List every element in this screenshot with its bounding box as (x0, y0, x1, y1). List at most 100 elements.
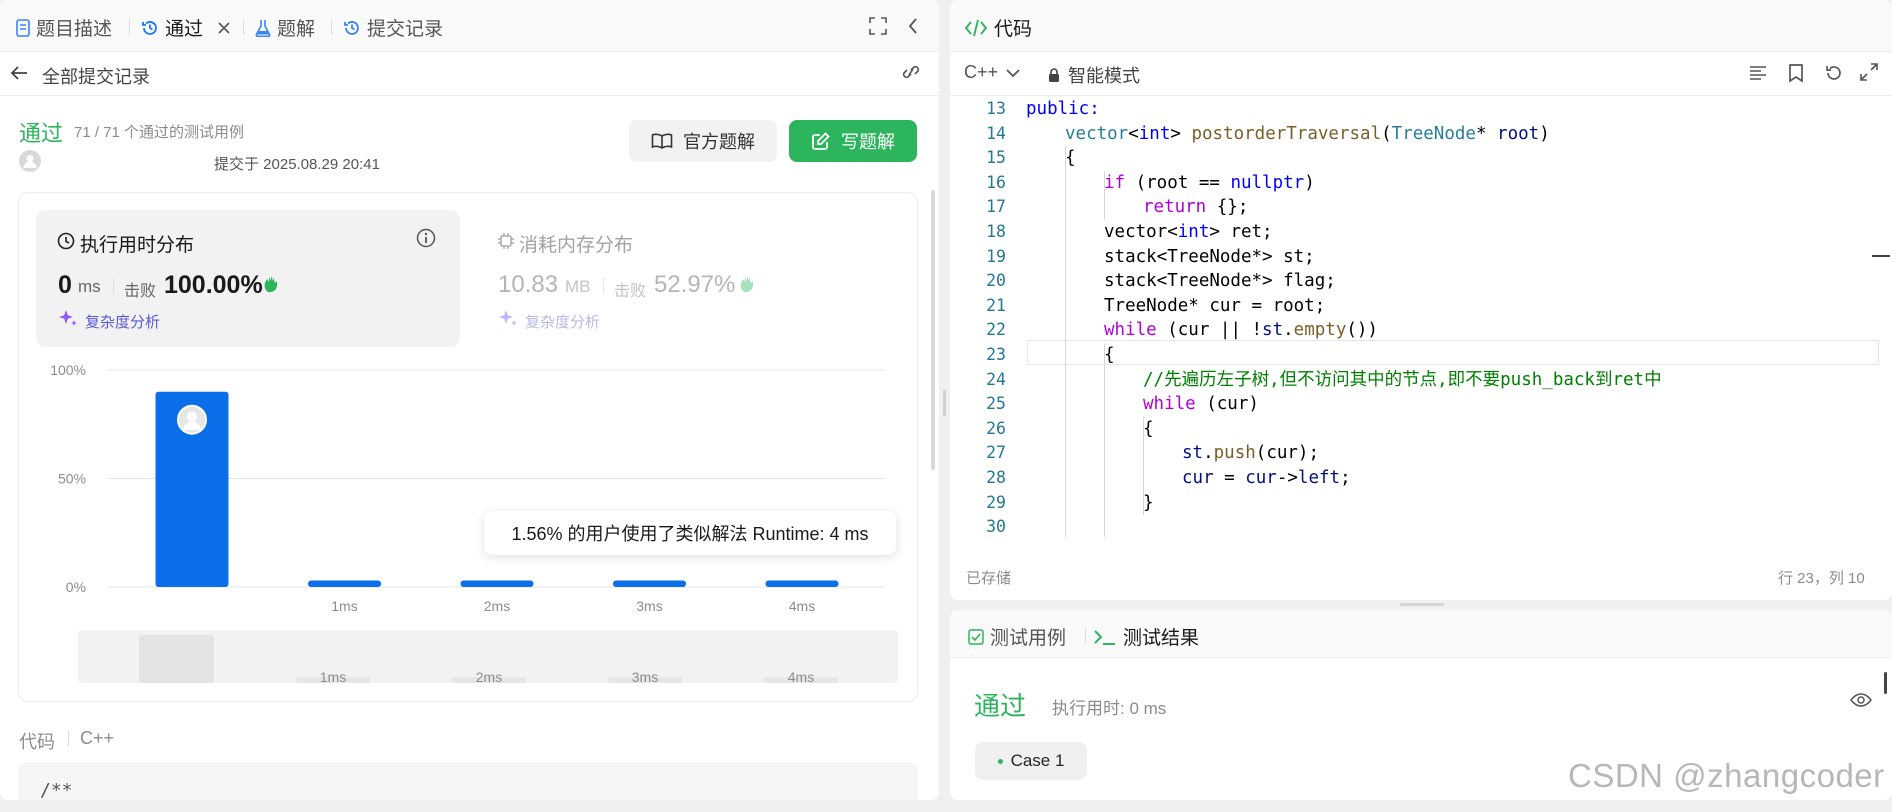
code-line: { (1143, 417, 1154, 442)
chart-bar[interactable] (765, 580, 839, 587)
back-arrow-icon[interactable] (10, 65, 28, 81)
chart-bar[interactable] (308, 580, 381, 587)
navigator-label: 1ms (320, 669, 346, 685)
code-line: stack<TreeNode*> st; (1104, 245, 1315, 270)
code-token: ; (1340, 468, 1351, 488)
navigator-label: 4ms (788, 669, 814, 685)
tab-description[interactable]: 题目描述 (16, 14, 112, 41)
left-scrollbar[interactable] (931, 190, 935, 470)
clock-icon (57, 232, 75, 250)
code-token: stack<TreeNode*> st; (1104, 246, 1315, 267)
code-area[interactable]: 13 public: 14 vector<int> postorderTraversa… (950, 97, 1892, 537)
submitted-code-block (18, 762, 918, 800)
official-solution-button[interactable]: 官方题解 (629, 120, 777, 162)
code-line: while (cur) (1143, 392, 1259, 417)
tab-solutions[interactable]: 题解 (255, 14, 315, 41)
link-icon[interactable] (899, 63, 923, 81)
eye-icon[interactable] (1850, 692, 1872, 708)
x-tick-label: 4ms (789, 598, 815, 614)
code-line: TreeNode* cur = root; (1104, 294, 1325, 319)
memory-title: 消耗内存分布 (519, 235, 634, 256)
stat-divider (113, 278, 114, 294)
horizontal-splitter[interactable] (1400, 603, 1444, 606)
result-scrollbar[interactable] (1884, 672, 1887, 694)
current-line-highlight (1027, 340, 1879, 365)
y-tick-label: 0% (66, 579, 86, 595)
code-token: { (1143, 418, 1154, 439)
collapse-icon[interactable] (907, 17, 919, 35)
edit-icon (811, 131, 831, 151)
tab-divider (1085, 627, 1086, 643)
tab-code[interactable]: 代码 (964, 14, 1032, 41)
tab-test-result[interactable]: 测试结果 (1093, 623, 1199, 650)
fullscreen-icon[interactable] (869, 17, 887, 35)
code-token: ()) (1346, 320, 1378, 341)
mode-indicator[interactable]: 智能模式 (1048, 62, 1140, 88)
write-solution-button[interactable]: 写题解 (789, 120, 917, 162)
language-select[interactable]: C++ (964, 62, 1020, 83)
info-icon[interactable] (416, 228, 436, 248)
code-token: vector (1065, 123, 1129, 144)
code-token: st (1182, 443, 1204, 464)
chart-bar[interactable] (613, 580, 686, 587)
code-line: stack<TreeNode*> flag; (1104, 269, 1336, 294)
x-tick-label: 2ms (484, 598, 510, 614)
code-token: cur (1245, 468, 1277, 488)
memory-beat-label: 击败 (614, 283, 647, 300)
code-token: if (1104, 172, 1126, 193)
code-token: { (1104, 345, 1115, 365)
reset-icon[interactable] (1824, 63, 1844, 83)
expand-icon[interactable] (1860, 63, 1878, 81)
chart-bar[interactable] (460, 580, 534, 587)
avatar[interactable] (19, 150, 41, 172)
write-solution-label: 写题解 (841, 132, 895, 152)
all-submissions-link[interactable]: 全部提交记录 (42, 63, 150, 89)
code-token: {}; (1206, 197, 1249, 218)
bookmark-icon[interactable] (1788, 63, 1804, 83)
line-number: 30 (986, 517, 1006, 537)
checkbox-icon (968, 628, 984, 645)
left-tabbar: 题目描述 通过 题解 提交记录 (0, 0, 939, 52)
code-token: < (1128, 123, 1139, 144)
line-number: 25 (986, 394, 1006, 414)
tab-submissions[interactable]: 提交记录 (343, 14, 443, 41)
tab-divider (129, 19, 130, 35)
code-token: ) (1539, 123, 1550, 144)
chart-tooltip: 1.56% 的用户使用了类似解法 Runtime: 4 ms (484, 511, 896, 555)
code-token: cur (1182, 468, 1214, 488)
line-number: 22 (986, 320, 1006, 340)
memory-complexity-link[interactable]: 复杂度分析 (525, 311, 600, 332)
line-number: 19 (986, 246, 1006, 266)
runtime-complexity-link[interactable]: 复杂度分析 (85, 311, 160, 332)
terminal-icon (1093, 628, 1117, 646)
y-tick-label: 100% (50, 362, 86, 378)
code-token: int (1177, 222, 1210, 242)
tab-label: 题解 (277, 19, 316, 40)
tab-accepted[interactable]: 通过 (141, 14, 231, 41)
code-line: { (1104, 343, 1115, 368)
case-1-tab[interactable]: Case 1 (975, 742, 1087, 780)
y-tick-label: 50% (58, 471, 86, 487)
watermark: CSDN @zhangcoder (1568, 757, 1885, 794)
navigator-selected-bar (139, 635, 214, 683)
line-number: 29 (986, 492, 1006, 512)
tab-label: 测试结果 (1123, 628, 1200, 649)
tab-testcase[interactable]: 测试用例 (968, 623, 1066, 650)
close-icon[interactable] (217, 21, 231, 35)
left-panel: 题目描述 通过 题解 提交记录 全部提交记录 通过 71 / 71 个通过的测试… (0, 0, 939, 800)
code-label-divider (68, 730, 69, 746)
mode-label: 智能模式 (1068, 66, 1140, 86)
format-icon[interactable] (1748, 64, 1768, 82)
overview-ruler-mark (1872, 255, 1890, 257)
tab-divider (331, 19, 332, 35)
stat-divider (603, 278, 604, 294)
result-runtime: 执行用时: 0 ms (1052, 699, 1167, 718)
status-accepted: 通过 (19, 121, 64, 146)
sparkle-icon (498, 308, 518, 328)
code-token: empty (1293, 320, 1347, 341)
code-token: stack<TreeNode*> flag; (1104, 271, 1336, 292)
panel-splitter[interactable] (943, 390, 946, 416)
code-token: } (1143, 492, 1154, 513)
editor-tabbar: 代码 (950, 0, 1892, 52)
line-number: 27 (986, 443, 1006, 463)
